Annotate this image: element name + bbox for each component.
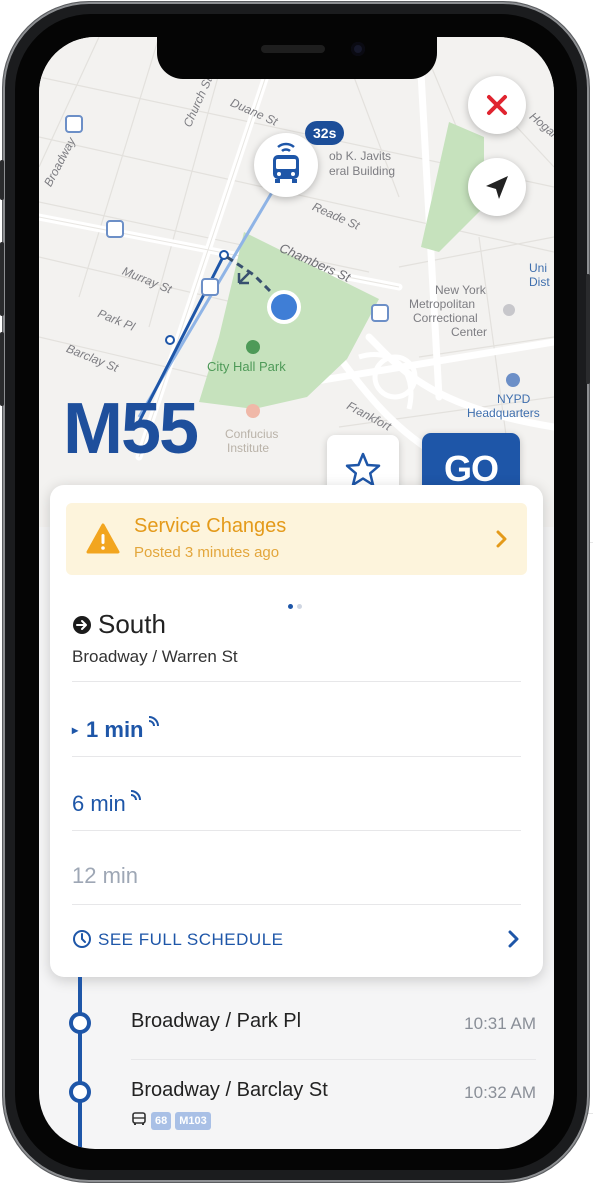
stop-name: Broadway / Park Pl	[131, 1010, 302, 1032]
current-stop-name: Broadway / Warren St	[72, 647, 238, 666]
list-item[interactable]: Broadway / Barclay St 10:32 AM 68 M103	[39, 1061, 554, 1149]
close-icon	[487, 95, 507, 115]
place-label-mcc-3: Correctional	[413, 311, 478, 325]
speaker	[261, 45, 325, 53]
place-label-unified-1: Uni	[529, 261, 548, 275]
direction-arrow-icon	[73, 616, 91, 634]
place-label-city-hall-park: City Hall Park	[207, 359, 286, 374]
place-label-mcc-1: New York	[435, 283, 486, 297]
direction-heading: South	[72, 609, 166, 640]
warning-icon	[86, 523, 120, 554]
divider	[72, 830, 521, 831]
divider	[72, 756, 521, 757]
clock-icon	[73, 930, 91, 948]
page-dot[interactable]	[297, 604, 302, 609]
power-button	[586, 274, 590, 384]
arrival-row-2[interactable]: 6 min	[72, 789, 142, 817]
stop-name: Broadway / Barclay St	[131, 1079, 328, 1101]
place-label-confucius-2: Institute	[227, 441, 270, 455]
place-label-mcc-4: Center	[451, 325, 488, 339]
page-indicator[interactable]	[286, 596, 304, 614]
bus-icon	[273, 142, 299, 183]
volume-up-button	[0, 242, 4, 316]
arrival-time: 1 min	[86, 717, 144, 742]
alert-title: Service Changes	[134, 515, 287, 537]
direction-label: South	[98, 609, 166, 639]
place-label-unified-2: Dist	[529, 275, 550, 289]
arrival-row-3[interactable]: 12 min	[72, 863, 138, 889]
place-label-nypd-1: NYPD	[497, 392, 531, 406]
place-label-javits-1: ob K. Javits	[329, 149, 392, 163]
mute-switch	[0, 160, 4, 200]
location-arrow-icon	[486, 176, 508, 199]
transfer-badges: 68 M103	[131, 1111, 211, 1130]
route-map[interactable]: Church St Duane St Reade St Chambers St …	[39, 37, 554, 527]
divider	[72, 681, 521, 682]
route-title: M55	[63, 389, 199, 469]
app-screen: Church St Duane St Reade St Chambers St …	[39, 37, 554, 1149]
service-alert-banner[interactable]: Service Changes Posted 3 minutes ago	[66, 503, 527, 575]
place-label-javits-2: eral Building	[329, 164, 396, 178]
realtime-signal-icon	[148, 716, 159, 727]
place-label-mcc-2: Metropolitan	[409, 297, 476, 311]
alert-subtitle: Posted 3 minutes ago	[134, 544, 280, 561]
divider	[72, 904, 521, 905]
stop-time: 10:31 AM	[464, 1014, 536, 1033]
list-item[interactable]: Broadway / Park Pl 10:31 AM	[39, 977, 554, 1057]
page-dot-active[interactable]	[288, 604, 293, 609]
bus-icon	[132, 1112, 146, 1125]
chevron-right-icon	[496, 530, 507, 548]
close-button[interactable]	[468, 76, 526, 134]
downstream-stops-list: Broadway / Park Pl 10:31 AM Broadway / B…	[39, 977, 554, 1149]
see-full-schedule-link[interactable]: SEE FULL SCHEDULE	[72, 929, 521, 950]
arrival-time: 12 min	[72, 863, 139, 888]
notch	[157, 37, 437, 79]
arrival-time: 6 min	[72, 791, 126, 816]
schedule-link-label: SEE FULL SCHEDULE	[98, 930, 284, 949]
route-info-card: Service Changes Posted 3 minutes ago Sou…	[50, 485, 543, 977]
stop-time: 10:32 AM	[464, 1083, 536, 1102]
realtime-signal-icon	[130, 790, 141, 801]
route-badge[interactable]: M103	[175, 1112, 211, 1130]
place-label-confucius-1: Confucius	[225, 427, 279, 441]
front-camera	[351, 42, 365, 56]
chevron-right-icon	[508, 930, 519, 948]
volume-down-button	[0, 332, 4, 406]
divider	[131, 1059, 536, 1060]
place-label-nypd-2: Headquarters	[467, 406, 540, 420]
recenter-location-button[interactable]	[468, 158, 526, 216]
next-arrival-marker-icon: ▸	[72, 723, 79, 737]
route-badge[interactable]: 68	[151, 1112, 172, 1130]
bus-eta-badge: 32s	[305, 121, 345, 145]
arrival-row-1[interactable]: ▸ 1 min	[72, 715, 160, 743]
bus-marker[interactable]	[254, 133, 318, 197]
